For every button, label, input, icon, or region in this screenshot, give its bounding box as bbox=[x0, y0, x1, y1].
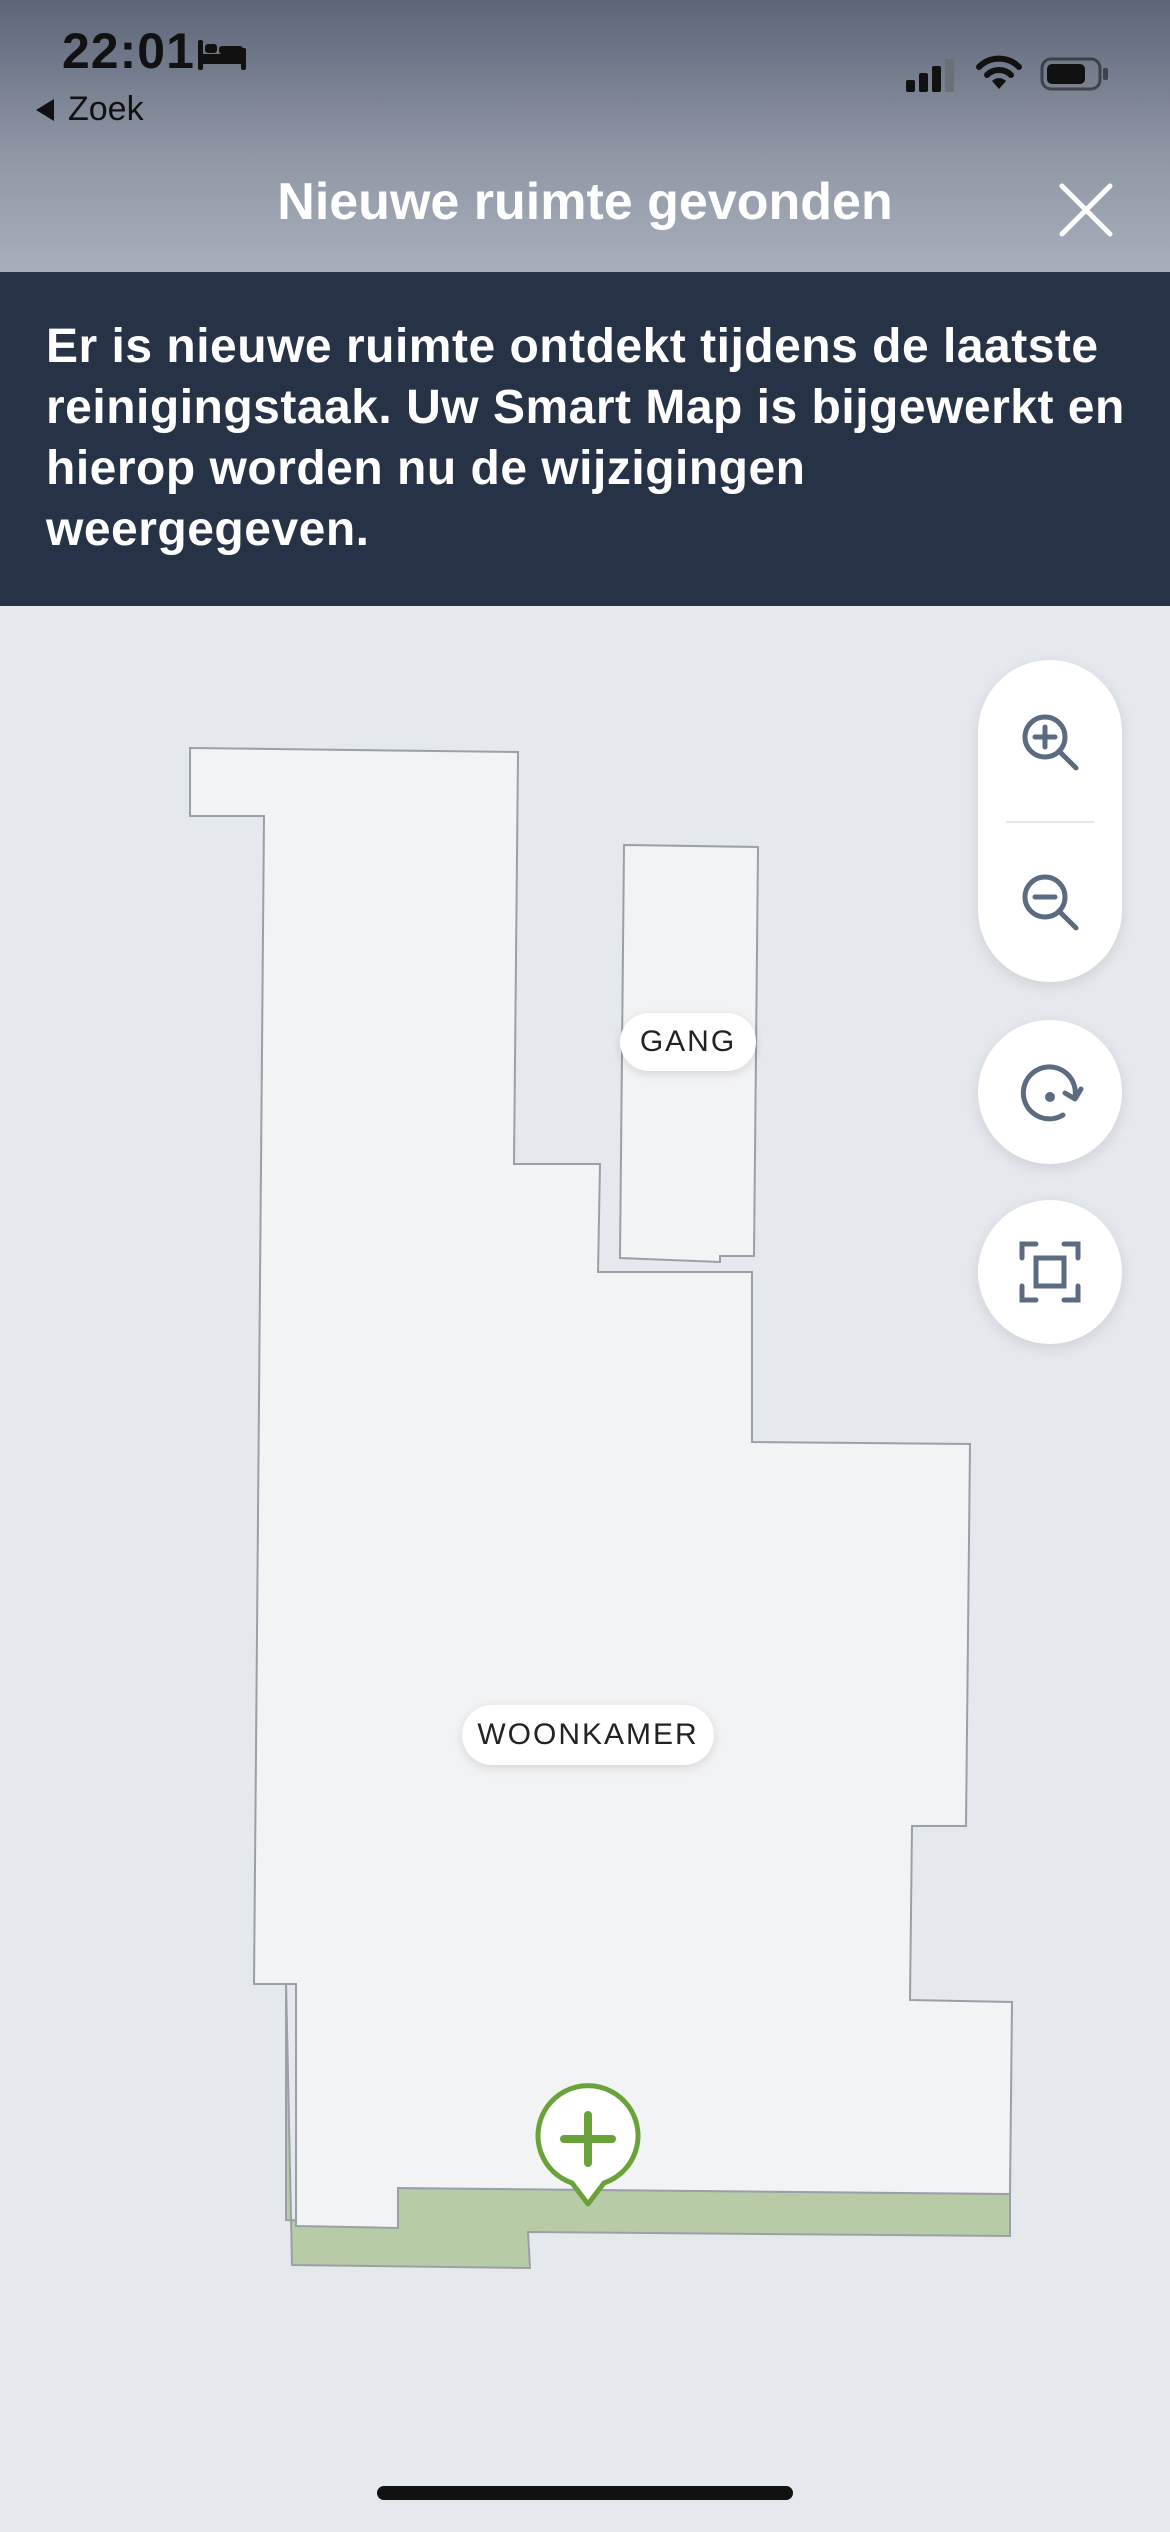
fit-map-button[interactable] bbox=[978, 1200, 1122, 1344]
battery-icon bbox=[1040, 57, 1108, 91]
bed-icon bbox=[198, 40, 246, 70]
status-time: 22:01 bbox=[62, 23, 195, 79]
zoom-in-button[interactable] bbox=[978, 662, 1122, 822]
zoom-in-icon bbox=[1022, 714, 1079, 771]
zoom-controls bbox=[978, 660, 1122, 982]
page-title: Nieuwe ruimte gevonden bbox=[277, 173, 893, 231]
cellular-signal-icon bbox=[906, 59, 954, 92]
zoom-out-icon bbox=[1022, 874, 1079, 931]
home-indicator[interactable] bbox=[377, 2486, 793, 2500]
close-button[interactable] bbox=[1052, 176, 1120, 244]
back-link[interactable]: Zoek bbox=[36, 90, 144, 129]
room-label-woonkamer[interactable]: WOONKAMER bbox=[462, 1705, 714, 1765]
wifi-icon bbox=[976, 55, 1022, 89]
back-link-label: Zoek bbox=[68, 90, 144, 128]
rotate-icon bbox=[1020, 1064, 1084, 1122]
info-banner-message: Er is nieuwe ruimte ontdekt tijdens de l… bbox=[46, 320, 1125, 556]
room-woonkamer-area bbox=[189, 746, 1014, 2230]
fit-screen-icon bbox=[1019, 1241, 1081, 1303]
back-arrow-icon bbox=[36, 98, 54, 121]
room-label-gang[interactable]: GANG bbox=[620, 1013, 756, 1071]
zoom-out-button[interactable] bbox=[978, 822, 1122, 982]
rotate-map-button[interactable] bbox=[978, 1020, 1122, 1164]
